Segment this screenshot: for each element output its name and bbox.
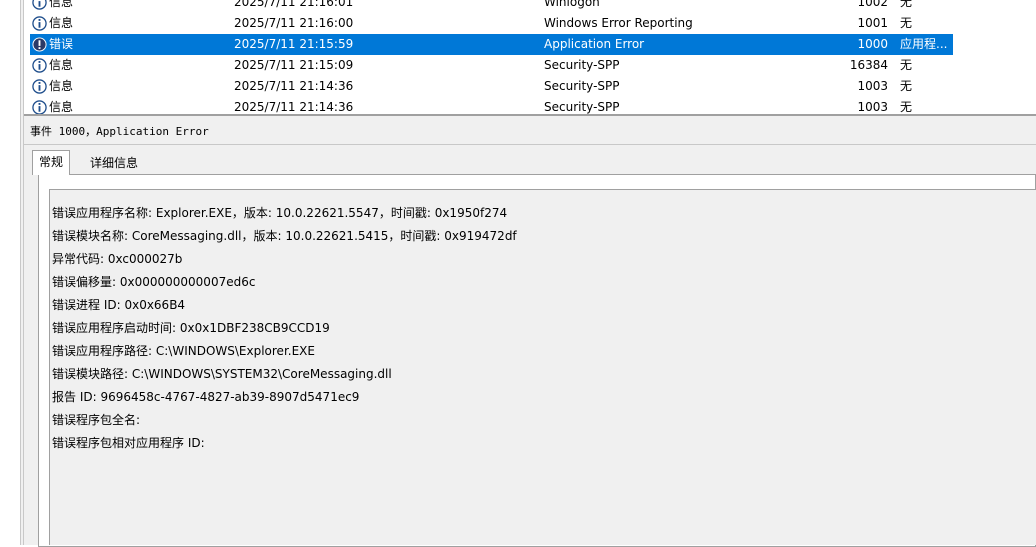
source: Security-SPP [544, 79, 620, 93]
level-text: 信息 [49, 58, 74, 72]
info-icon [32, 79, 47, 94]
event-list: 信息 2025/7/11 21:16:01 Winlogon 1002 无 信息… [24, 0, 1036, 114]
divider [24, 144, 1036, 145]
event-id: 1002 [857, 0, 888, 9]
level-text: 信息 [49, 79, 74, 93]
level-text: 信息 [49, 0, 74, 9]
info-icon [32, 16, 47, 31]
date-time: 2025/7/11 21:15:09 [234, 58, 354, 72]
description-line: 错误程序包相对应用程序 ID: [52, 436, 205, 450]
info-icon [32, 58, 47, 73]
tab-content-general: 错误应用程序名称: Explorer.EXE，版本: 10.0.22621.55… [38, 174, 1036, 547]
info-icon [32, 100, 47, 114]
event-row-selected[interactable]: 错误 2025/7/11 21:15:59 Application Error … [30, 34, 953, 55]
event-row[interactable]: 信息 2025/7/11 21:16:01 Winlogon 1002 无 [30, 0, 953, 13]
source: Winlogon [544, 0, 600, 9]
event-row[interactable]: 信息 2025/7/11 21:14:36 Security-SPP 1003 … [30, 76, 953, 97]
event-row[interactable]: 信息 2025/7/11 21:15:09 Security-SPP 16384… [30, 55, 953, 76]
task-category: 无 [900, 58, 913, 72]
description-line: 错误进程 ID: 0x0x66B4 [52, 298, 186, 312]
tab-general[interactable]: 常规 [32, 150, 71, 175]
description-line: 错误偏移量: 0x000000000007ed6c [52, 275, 256, 289]
left-gutter [0, 0, 20, 545]
task-category: 无 [900, 100, 913, 114]
date-time: 2025/7/11 21:14:36 [234, 79, 354, 93]
date-time: 2025/7/11 21:16:00 [234, 16, 354, 30]
description-box[interactable]: 错误应用程序名称: Explorer.EXE，版本: 10.0.22621.55… [49, 189, 1036, 545]
error-icon [32, 37, 47, 52]
source: Security-SPP [544, 100, 620, 114]
event-id: 1003 [857, 100, 888, 114]
description-line: 错误程序包全名: [52, 413, 141, 427]
description-line: 错误应用程序路径: C:\WINDOWS\Explorer.EXE [52, 344, 315, 358]
details-title: 事件 1000，Application Error [30, 125, 209, 138]
level-text: 信息 [49, 16, 74, 30]
info-icon [32, 0, 47, 10]
event-details-pane: 事件 1000，Application Error 常规 详细信息 错误应用程序… [24, 114, 1036, 547]
event-id: 16384 [849, 58, 888, 72]
source: Windows Error Reporting [544, 16, 693, 30]
event-id: 1003 [857, 79, 888, 93]
level-text: 错误 [49, 37, 74, 51]
description-line: 错误应用程序启动时间: 0x0x1DBF238CB9CCD19 [52, 321, 330, 335]
task-category: 无 [900, 0, 913, 9]
date-time: 2025/7/11 21:14:36 [234, 100, 354, 114]
task-category: 无 [900, 79, 913, 93]
source: Application Error [544, 37, 645, 51]
date-time: 2025/7/11 21:15:59 [234, 37, 354, 51]
event-row[interactable]: 信息 2025/7/11 21:14:36 Security-SPP 1003 … [30, 97, 953, 114]
tab-details[interactable]: 详细信息 [84, 152, 144, 175]
task-category: 应用程... [900, 37, 948, 51]
description-line: 错误模块路径: C:\WINDOWS\SYSTEM32\CoreMessagin… [52, 367, 392, 381]
description-line: 异常代码: 0xc000027b [52, 252, 183, 266]
event-id: 1001 [857, 16, 888, 30]
event-id: 1000 [857, 37, 888, 51]
task-category: 无 [900, 16, 913, 30]
date-time: 2025/7/11 21:16:01 [234, 0, 354, 9]
event-row[interactable]: 信息 2025/7/11 21:16:00 Windows Error Repo… [30, 13, 953, 34]
description-line: 错误模块名称: CoreMessaging.dll，版本: 10.0.22621… [52, 229, 517, 243]
source: Security-SPP [544, 58, 620, 72]
level-text: 信息 [49, 100, 74, 114]
description-line: 错误应用程序名称: Explorer.EXE，版本: 10.0.22621.55… [52, 206, 508, 220]
description-line: 报告 ID: 9696458c-4767-4827-ab39-8907d5471… [52, 390, 360, 404]
